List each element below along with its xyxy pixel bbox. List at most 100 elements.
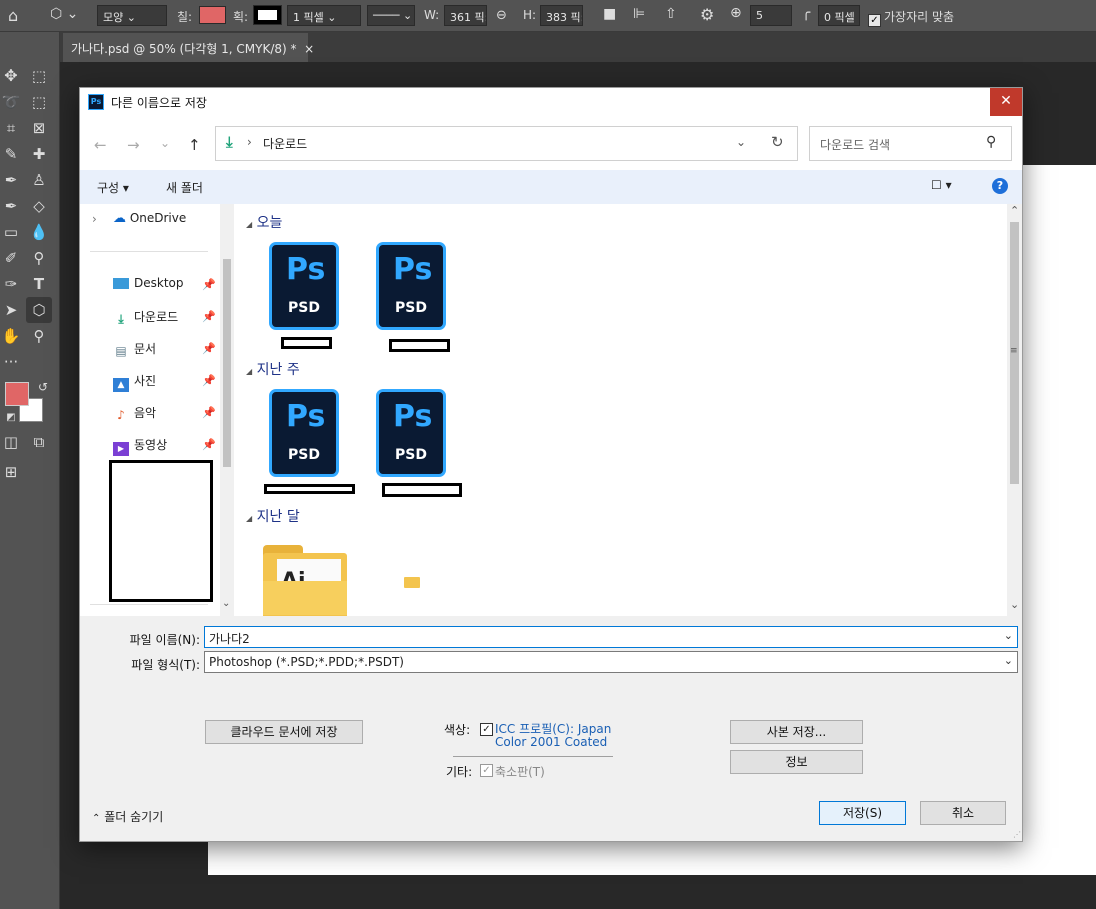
chevron-down-icon[interactable]: ⌄ — [736, 135, 746, 149]
scroll-down-icon[interactable]: ⌄ — [1010, 598, 1019, 611]
blur-tool-icon[interactable]: 💧 — [28, 221, 50, 243]
navigation-scrollbar[interactable]: ⌄ — [220, 204, 234, 616]
sidebar-item-music[interactable]: ♪ 음악 — [113, 404, 156, 424]
scrollbar-thumb[interactable] — [223, 259, 231, 467]
sidebar-item-downloads[interactable]: ⤓ 다운로드 — [113, 308, 178, 328]
gear-icon[interactable]: ⚙ — [700, 5, 714, 24]
type-tool-icon[interactable]: T — [28, 273, 50, 295]
history-brush-tool-icon[interactable]: ✒ — [0, 195, 22, 217]
align-edges-checkbox[interactable]: ✓ 가장자리 맞춤 — [868, 8, 954, 27]
group-header-last-month[interactable]: ◢ 지난 달 — [246, 506, 300, 526]
more-tools-icon[interactable]: ··· — [0, 351, 22, 373]
up-button[interactable]: ↑ — [188, 136, 201, 154]
path-align-icon[interactable]: ⊫ — [633, 6, 645, 22]
zoom-lens-tool-icon[interactable]: ⚲ — [28, 247, 50, 269]
view-options-button[interactable]: ☐ ▾ — [931, 178, 952, 192]
close-dialog-button[interactable]: ✕ — [990, 88, 1022, 116]
save-button[interactable]: 저장(S) — [819, 801, 906, 825]
onedrive-item[interactable]: ☁ OneDrive — [113, 211, 186, 226]
home-icon[interactable]: ⌂ — [8, 6, 18, 25]
radius-field[interactable]: 0 픽셀 — [818, 5, 860, 26]
hide-folders-button[interactable]: ⌃ 폴더 숨기기 — [92, 808, 163, 825]
stroke-type-select[interactable]: ──── ⌄ — [367, 5, 415, 26]
shape-tool-icon[interactable]: ⬡ — [26, 297, 52, 323]
search-box[interactable]: 다운로드 검색 ⚲ — [809, 126, 1012, 161]
mode-select[interactable]: 모양 ⌄ — [97, 5, 167, 26]
new-folder-button[interactable]: 새 폴더 — [166, 179, 203, 196]
quick-mask-icon[interactable]: ◫ — [0, 431, 22, 453]
healing-tool-icon[interactable]: ✚ — [28, 143, 50, 165]
object-select-tool-icon[interactable]: ⬚ — [28, 91, 50, 113]
eyedropper-tool-icon[interactable]: ✎ — [0, 143, 22, 165]
folder-icon[interactable]: Ai — [263, 545, 349, 616]
info-button[interactable]: 정보 — [730, 750, 863, 774]
link-icon[interactable]: ⊖ — [496, 8, 507, 23]
default-colors-icon[interactable]: ◩ — [0, 407, 22, 429]
psd-file-icon[interactable]: Ps PSD — [269, 389, 341, 479]
chevron-down-icon[interactable]: ⌄ — [1004, 629, 1013, 642]
dodge-tool-icon[interactable]: ✐ — [0, 247, 22, 269]
cancel-button[interactable]: 취소 — [920, 801, 1006, 825]
foreground-color-swatch[interactable] — [5, 382, 29, 406]
chevron-down-icon[interactable]: ⌄ — [1004, 654, 1013, 667]
sidebar-item-desktop[interactable]: Desktop — [113, 276, 184, 296]
shape-preset-icon[interactable]: ⬡ ⌄ — [50, 6, 78, 22]
marquee-tool-icon[interactable]: ⬚ — [28, 65, 50, 87]
document-tab[interactable]: 가나다.psd @ 50% (다각형 1, CMYK/8) * × — [63, 33, 314, 62]
expand-icon[interactable]: › — [92, 212, 97, 226]
swap-colors-icon[interactable]: ↺ — [32, 376, 54, 398]
gradient-tool-icon[interactable]: ▭ — [0, 221, 22, 243]
stamp-tool-icon[interactable]: ♙ — [28, 169, 50, 191]
small-folder-icon[interactable] — [404, 577, 420, 588]
height-field[interactable]: 383 픽: — [540, 5, 583, 26]
chevron-down-icon[interactable]: ⌄ — [222, 598, 230, 609]
screen-mode-icon[interactable]: ⧉ — [28, 431, 50, 453]
path-arrange-icon[interactable]: ⇧ — [665, 6, 677, 22]
resize-grip-icon[interactable]: ⋰ — [1013, 830, 1021, 839]
sidebar-item-videos[interactable]: ▶ 동영상 — [113, 436, 167, 456]
sidebar-item-documents[interactable]: ▤ 문서 — [113, 340, 156, 360]
breadcrumb-downloads[interactable]: 다운로드 — [263, 135, 307, 152]
width-field[interactable]: 361 픽: — [444, 5, 487, 26]
sides-field[interactable]: 5 — [750, 5, 792, 26]
organize-button[interactable]: 구성 ▾ — [97, 179, 129, 196]
crop-tool-icon[interactable]: ⌗ — [0, 117, 22, 139]
zoom-tool-icon[interactable]: ⚲ — [28, 325, 50, 347]
search-input[interactable]: 다운로드 검색 — [820, 136, 890, 153]
psd-file-icon[interactable]: Ps PSD — [376, 389, 448, 479]
eraser-tool-icon[interactable]: ◇ — [28, 195, 50, 217]
save-to-cloud-button[interactable]: 클라우드 문서에 저장 — [205, 720, 363, 744]
forward-button[interactable]: → — [127, 136, 140, 154]
scroll-up-icon[interactable]: ⌃ — [1010, 204, 1019, 217]
recent-locations-button[interactable]: ⌄ — [160, 136, 170, 150]
group-header-last-week[interactable]: ◢ 지난 주 — [246, 359, 300, 379]
thumbnail-checkbox[interactable]: ✓ — [480, 764, 493, 777]
icc-profile-checkbox[interactable]: ✓ — [480, 723, 493, 736]
search-icon[interactable]: ⚲ — [986, 134, 996, 150]
brush-tool-icon[interactable]: ✒ — [0, 169, 22, 191]
refresh-button[interactable]: ↻ — [771, 133, 784, 151]
stroke-width-field[interactable]: 1 픽셀 ⌄ — [287, 5, 361, 26]
help-icon[interactable]: ? — [992, 178, 1008, 194]
sidebar-item-pictures[interactable]: ▲ 사진 — [113, 372, 156, 392]
save-copy-button[interactable]: 사본 저장... — [730, 720, 863, 744]
group-header-today[interactable]: ◢ 오늘 — [246, 212, 282, 232]
move-tool-icon[interactable]: ✥ — [0, 65, 22, 87]
path-ops-icon[interactable]: ■ — [603, 6, 616, 22]
path-select-tool-icon[interactable]: ➤ — [0, 299, 22, 321]
stroke-swatch[interactable] — [253, 5, 282, 25]
fill-swatch[interactable] — [199, 6, 226, 24]
edit-toolbar-icon[interactable]: ⊞ — [0, 461, 22, 483]
lasso-tool-icon[interactable]: ➰ — [0, 91, 22, 113]
filetype-select[interactable]: Photoshop (*.PSD;*.PDD;*.PSDT) ⌄ — [204, 651, 1018, 673]
back-button[interactable]: ← — [94, 136, 107, 154]
filename-field[interactable]: 가나다2 ⌄ — [204, 626, 1018, 648]
frame-tool-icon[interactable]: ⊠ — [28, 117, 50, 139]
psd-file-icon[interactable]: Ps PSD — [376, 242, 448, 332]
psd-file-icon[interactable]: Ps PSD — [269, 242, 341, 332]
filename-input[interactable]: 가나다2 — [209, 632, 250, 646]
hand-tool-icon[interactable]: ✋ — [0, 325, 22, 347]
address-bar[interactable]: ⤓ › 다운로드 ⌄ ↻ — [215, 126, 798, 161]
close-tab-icon[interactable]: × — [304, 42, 314, 56]
pen-tool-icon[interactable]: ✑ — [0, 273, 22, 295]
